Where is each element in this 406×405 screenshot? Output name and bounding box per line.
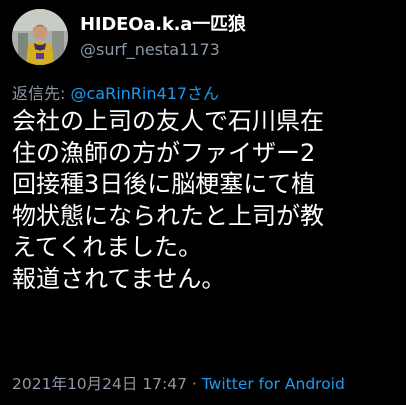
reply-to-line: 返信先: @caRinRin417さん [12, 80, 219, 104]
reply-user-link[interactable]: @caRinRin417さん [71, 84, 220, 103]
reply-prefix: 返信先: [12, 84, 66, 103]
timestamp[interactable]: 2021年10月24日 17:47 [12, 375, 187, 393]
avatar-image [12, 9, 68, 65]
tweet-text: 会社の上司の友人で石川県在 住の漁師の方がファイザー2 回接種3日後に脳梗塞にて… [12, 107, 324, 293]
tweet: HIDEOa.k.a一匹狼 @surf_nesta1173 返信先: @caRi… [0, 0, 406, 405]
display-name[interactable]: HIDEOa.k.a一匹狼 [80, 10, 246, 36]
meta-separator: · [187, 375, 202, 393]
user-handle[interactable]: @surf_nesta1173 [80, 40, 220, 59]
source-link[interactable]: Twitter for Android [202, 375, 345, 393]
avatar[interactable] [12, 9, 68, 65]
tweet-meta: 2021年10月24日 17:47 · Twitter for Android [12, 372, 345, 394]
